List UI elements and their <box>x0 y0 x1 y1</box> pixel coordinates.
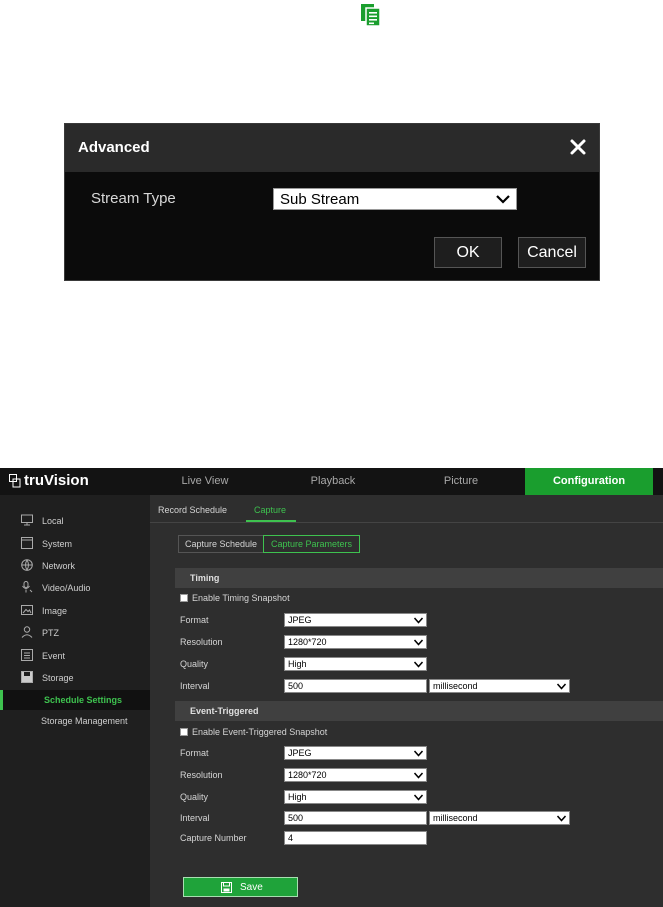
timing-interval-input[interactable]: 500 <box>284 679 427 693</box>
advanced-dialog: Advanced Stream Type Sub Stream OK Cance… <box>64 123 600 281</box>
ok-button[interactable]: OK <box>434 237 502 268</box>
timing-interval-unit-select[interactable]: millisecond <box>429 679 570 693</box>
enable-event-snapshot-row: Enable Event-Triggered Snapshot <box>180 727 327 737</box>
sidebar: Local System Network Video/Audio Image P… <box>0 495 150 907</box>
event-resolution-label: Resolution <box>180 770 223 780</box>
image-icon <box>21 605 33 615</box>
truvision-app: truVision Live View Playback Picture Con… <box>0 468 663 907</box>
microphone-icon <box>22 581 33 593</box>
enable-event-snapshot-checkbox[interactable] <box>180 728 188 736</box>
tab-capture[interactable]: Capture <box>254 505 286 515</box>
nav-picture[interactable]: Picture <box>406 468 516 495</box>
nav-playback[interactable]: Playback <box>278 468 388 495</box>
chevron-down-icon <box>557 815 566 822</box>
nav-configuration[interactable]: Configuration <box>525 468 653 495</box>
timing-resolution-select[interactable]: 1280*720 <box>284 635 427 649</box>
tab-record-schedule[interactable]: Record Schedule <box>158 505 227 515</box>
sidebar-item-video-audio[interactable]: Video/Audio <box>0 578 150 598</box>
capture-number-input[interactable]: 4 <box>284 831 427 845</box>
chevron-down-icon <box>496 195 510 204</box>
subtab-capture-parameters[interactable]: Capture Parameters <box>263 535 360 553</box>
enable-timing-snapshot-row: Enable Timing Snapshot <box>180 593 290 603</box>
logo-text: truVision <box>24 472 89 489</box>
cancel-button[interactable]: Cancel <box>518 237 586 268</box>
sidebar-item-storage[interactable]: Storage <box>0 668 150 688</box>
event-interval-unit-select[interactable]: millisecond <box>429 811 570 825</box>
event-resolution-select[interactable]: 1280*720 <box>284 768 427 782</box>
nav-live-view[interactable]: Live View <box>150 468 260 495</box>
chevron-down-icon <box>414 794 423 801</box>
chevron-down-icon <box>414 661 423 668</box>
truvision-logo-icon <box>9 473 21 487</box>
event-triggered-section-header: Event-Triggered <box>175 701 663 721</box>
logo: truVision <box>9 472 89 489</box>
event-interval-label: Interval <box>180 813 210 823</box>
monitor-icon <box>21 514 33 526</box>
subtab-capture-schedule[interactable]: Capture Schedule <box>178 535 264 553</box>
globe-icon <box>21 559 33 571</box>
disk-icon <box>21 671 33 683</box>
dialog-title: Advanced <box>78 139 150 156</box>
timing-quality-label: Quality <box>180 659 209 669</box>
stream-type-value: Sub Stream <box>280 191 360 208</box>
top-navigation: truVision Live View Playback Picture Con… <box>0 468 663 495</box>
chevron-down-icon <box>414 772 423 779</box>
chevron-down-icon <box>414 617 423 624</box>
timing-format-select[interactable]: JPEG <box>284 613 427 627</box>
event-quality-select[interactable]: High <box>284 790 427 804</box>
sidebar-item-image[interactable]: Image <box>0 601 150 621</box>
event-format-select[interactable]: JPEG <box>284 746 427 760</box>
chevron-down-icon <box>414 750 423 757</box>
chevron-down-icon <box>557 683 566 690</box>
sidebar-item-event[interactable]: Event <box>0 646 150 666</box>
timing-format-label: Format <box>180 615 209 625</box>
enable-timing-snapshot-checkbox[interactable] <box>180 594 188 602</box>
list-icon <box>21 649 33 661</box>
copy-document-icon[interactable] <box>358 2 384 28</box>
stream-type-select[interactable]: Sub Stream <box>273 188 517 210</box>
window-icon <box>21 537 33 549</box>
person-icon <box>21 626 33 638</box>
stream-type-label: Stream Type <box>91 190 176 207</box>
chevron-down-icon <box>414 639 423 646</box>
timing-resolution-label: Resolution <box>180 637 223 647</box>
timing-quality-select[interactable]: High <box>284 657 427 671</box>
event-interval-input[interactable]: 500 <box>284 811 427 825</box>
tab-divider <box>150 522 663 523</box>
sidebar-item-local[interactable]: Local <box>0 511 150 531</box>
save-icon <box>221 882 232 893</box>
event-quality-label: Quality <box>180 792 209 802</box>
event-format-label: Format <box>180 748 209 758</box>
sidebar-item-system[interactable]: System <box>0 534 150 554</box>
sidebar-item-ptz[interactable]: PTZ <box>0 623 150 643</box>
timing-interval-label: Interval <box>180 681 210 691</box>
dialog-header: Advanced <box>65 124 599 172</box>
capture-number-label: Capture Number <box>180 833 247 843</box>
save-button[interactable]: Save <box>183 877 298 897</box>
timing-section-header: Timing <box>175 568 663 588</box>
close-icon[interactable] <box>568 137 588 157</box>
sidebar-subitem-schedule-settings[interactable]: Schedule Settings <box>0 690 150 710</box>
sidebar-item-network[interactable]: Network <box>0 556 150 576</box>
sidebar-subitem-storage-management[interactable]: Storage Management <box>0 711 150 731</box>
main-panel: Record Schedule Capture Capture Schedule… <box>150 495 663 907</box>
